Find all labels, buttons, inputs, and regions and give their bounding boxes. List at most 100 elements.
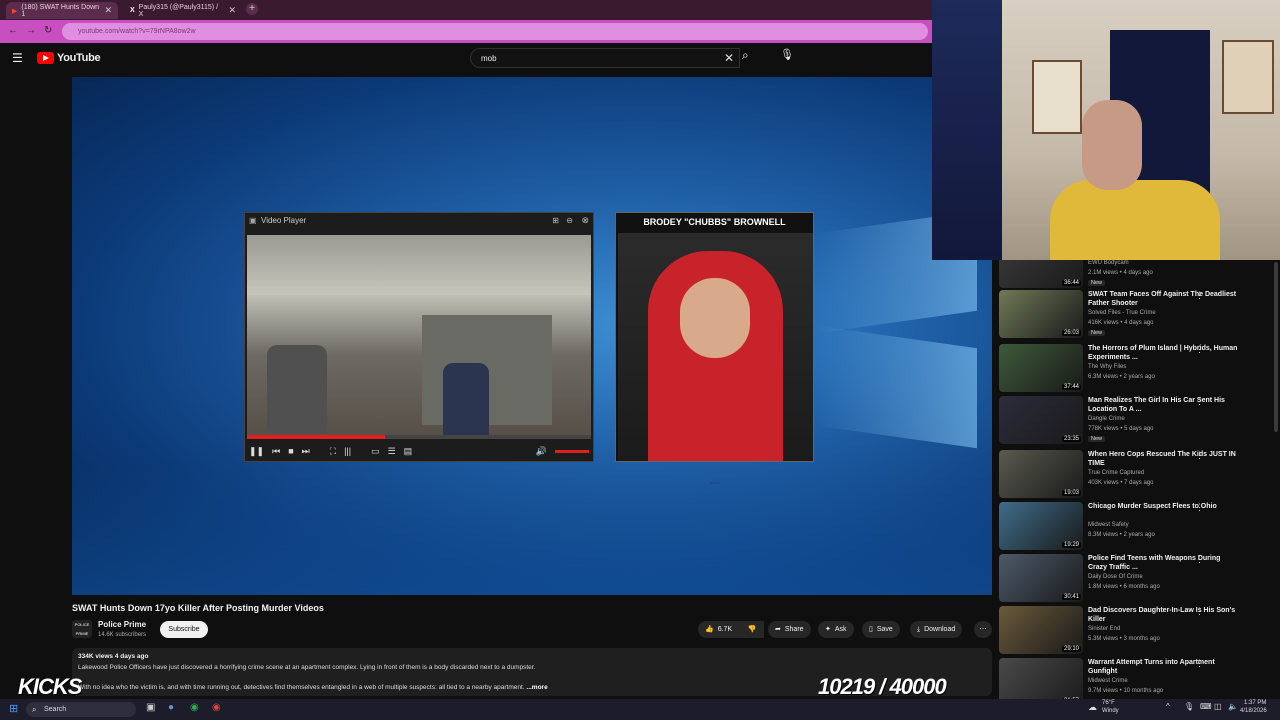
youtube-logo[interactable]: YouTube <box>37 52 101 64</box>
save-button[interactable]: ▯ Save <box>862 621 900 638</box>
recommendation-item[interactable]: 36:44 EWU Bodycam 2.1M views • 4 days ago N… <box>999 260 1274 290</box>
task-view-icon[interactable]: ▣ <box>146 702 155 713</box>
recommendation-meta: 5.3M views • 3 months ago <box>1088 636 1160 642</box>
tab-youtube[interactable]: ▶ (180) SWAT Hunts Down 1 ✕ <box>6 2 118 19</box>
chrome-icon[interactable]: ◉ <box>190 702 199 713</box>
more-vertical-icon[interactable]: ⋮ <box>1195 606 1204 617</box>
previous-icon: ⏮ <box>272 445 281 456</box>
tab-x[interactable]: X Pauly315 (@Pauly3115) / X ✕ <box>124 2 242 19</box>
recommendation-thumbnail[interactable]: 26:03 <box>999 290 1083 338</box>
download-button[interactable]: ⤓ Download <box>910 621 963 638</box>
recommendation-channel[interactable]: EWU Bodycam <box>1088 260 1129 266</box>
recommendation-channel[interactable]: Midwest Safety <box>1088 522 1129 528</box>
recommendation-thumbnail[interactable]: 19:29 <box>999 502 1083 550</box>
close-tab-icon[interactable]: ✕ <box>104 5 112 16</box>
more-vertical-icon[interactable]: ⋮ <box>1195 344 1204 355</box>
speaker-icon[interactable]: 🔈 <box>1228 702 1238 711</box>
recommendation-title[interactable]: Man Realizes The Girl In His Car Sent Hi… <box>1088 396 1238 414</box>
reload-icon[interactable]: ↻ <box>44 25 52 36</box>
video-title: SWAT Hunts Down 17yo Killer After Postin… <box>72 603 324 613</box>
recommendation-thumbnail[interactable]: 29:10 <box>999 606 1083 654</box>
keyboard-icon[interactable]: ⌨ <box>1200 702 1212 711</box>
clock-date[interactable]: 4/18/2026 <box>1240 708 1267 714</box>
recommendation-title[interactable]: SWAT Team Faces Off Against The Deadlies… <box>1088 290 1238 308</box>
recommendations-sidebar: 36:44 EWU Bodycam 2.1M views • 4 days ago N… <box>999 260 1274 700</box>
portrait-caption: BRODEY "CHUBBS" BROWNELL <box>643 217 786 227</box>
recommendation-meta: 6.3M views • 2 years ago <box>1088 374 1155 380</box>
recommendation-item[interactable]: 19:29 Chicago Murder Suspect Flees to Ohi… <box>999 502 1274 552</box>
app-icon[interactable]: ◉ <box>212 702 221 713</box>
more-vertical-icon[interactable]: ⋮ <box>1195 554 1204 565</box>
share-button[interactable]: ➦ Share <box>768 621 811 638</box>
new-tab-icon[interactable]: + <box>246 3 258 15</box>
network-icon[interactable]: ◫ <box>1214 702 1222 711</box>
recommendation-item[interactable]: 26:03 SWAT Team Faces Off Against The Dea… <box>999 290 1274 340</box>
recommendation-item[interactable]: 31:57 Warrant Attempt Turns into Apartmen… <box>999 658 1274 700</box>
address-bar-row: ← → ↻ youtube.com/watch?v=79rNPA8ow2w <box>0 20 932 43</box>
face <box>680 278 750 358</box>
recommendation-meta: 403K views • 7 days ago <box>1088 480 1154 486</box>
recommendation-channel[interactable]: Daily Dose Of Crime <box>1088 574 1143 580</box>
recommendation-thumbnail[interactable]: 30:41 <box>999 554 1083 602</box>
recommendation-meta: 416K views • 4 days ago <box>1088 320 1154 326</box>
menu-hamburger-icon[interactable]: ☰ <box>12 51 23 65</box>
more-vertical-icon[interactable]: ⋮ <box>1195 290 1204 301</box>
description-line-1: Lakewood Police Officers have just disco… <box>78 664 536 671</box>
channel-avatar[interactable]: POLICE PRIME <box>72 620 92 638</box>
goal-counter-overlay: 10219 / 40000 <box>818 674 947 699</box>
dislike-button[interactable]: 👎 <box>740 621 764 638</box>
clear-search-icon[interactable]: ✕ <box>724 51 734 65</box>
show-more-link[interactable]: ...more <box>526 684 547 691</box>
recommendation-title[interactable]: When Hero Cops Rescued The Kids JUST IN … <box>1088 450 1238 468</box>
ask-button[interactable]: ✦ Ask <box>818 621 854 638</box>
more-actions-button[interactable]: ⋯ <box>974 621 992 638</box>
channel-name[interactable]: Police Prime <box>98 620 146 629</box>
recommendation-thumbnail[interactable]: 19:03 <box>999 450 1083 498</box>
url-field[interactable]: youtube.com/watch?v=79rNPA8ow2w <box>62 23 928 40</box>
recommendation-channel[interactable]: The Why Files <box>1088 364 1126 370</box>
more-vertical-icon[interactable]: ⋮ <box>1195 658 1204 669</box>
back-arrow-icon[interactable]: ← <box>8 25 18 36</box>
tray-chevron-icon[interactable]: ^ <box>1166 702 1170 711</box>
search-input[interactable]: mob <box>470 48 740 68</box>
close-tab-icon[interactable]: ✕ <box>228 5 236 16</box>
recommendation-channel[interactable]: True Crime Captured <box>1088 470 1144 476</box>
recommendation-item[interactable]: 37:44 The Horrors of Plum Island | Hybrid… <box>999 344 1274 394</box>
subscribe-button[interactable]: Subscribe <box>160 621 208 638</box>
recommendation-item[interactable]: 29:10 Dad Discovers Daughter-In-Law Is Hi… <box>999 606 1274 656</box>
recommendation-channel[interactable]: Dangle Crime <box>1088 416 1125 422</box>
forward-arrow-icon[interactable]: → <box>26 25 36 36</box>
clock-time[interactable]: 1:37 PM <box>1244 700 1266 706</box>
recommendation-item[interactable]: 23:35 Man Realizes The Girl In His Car Se… <box>999 396 1274 446</box>
windows-start-icon[interactable]: ⊞ <box>9 702 18 715</box>
recommendation-title[interactable]: Chicago Murder Suspect Flees to Ohio <box>1088 502 1238 511</box>
taskbar-search[interactable]: ⌕ Search <box>26 702 136 717</box>
recommendation-item[interactable]: 30:41 Police Find Teens with Weapons Duri… <box>999 554 1274 604</box>
recommendation-title[interactable]: The Horrors of Plum Island | Hybrids, Hu… <box>1088 344 1238 362</box>
recommendation-thumbnail[interactable]: 37:44 <box>999 344 1083 392</box>
discord-icon[interactable]: ● <box>168 702 174 713</box>
microphone-tray-icon[interactable]: 🎙 <box>1184 702 1194 711</box>
recommendation-title[interactable]: Dad Discovers Daughter-In-Law Is His Son… <box>1088 606 1238 624</box>
search-icon[interactable]: ⌕ <box>742 48 766 68</box>
microphone-icon[interactable]: 🎙 <box>780 48 796 68</box>
recommendation-thumbnail[interactable]: 36:44 <box>999 260 1083 288</box>
weather-temp: 76°F <box>1102 700 1115 706</box>
subscriber-count: 14.6K subscribers <box>98 632 147 638</box>
recommendation-thumbnail[interactable]: 31:57 <box>999 658 1083 700</box>
recommendation-item[interactable]: 19:03 When Hero Cops Rescued The Kids JUS… <box>999 450 1274 500</box>
bodycam-footage <box>247 235 591 435</box>
recommendation-channel[interactable]: Sinister End <box>1088 626 1120 632</box>
more-vertical-icon[interactable]: ⋮ <box>1195 396 1204 407</box>
recommendation-title[interactable]: Police Find Teens with Weapons During Cr… <box>1088 554 1238 572</box>
recommendation-title[interactable]: Warrant Attempt Turns into Apartment Gun… <box>1088 658 1238 676</box>
search-icon: ⌕ <box>32 705 37 714</box>
sidebar-scrollbar[interactable] <box>1274 262 1278 432</box>
new-badge: New <box>1088 330 1106 336</box>
recommendation-channel[interactable]: Solved Files - True Crime <box>1088 310 1156 316</box>
portrait-photo <box>618 233 813 461</box>
recommendation-thumbnail[interactable]: 23:35 <box>999 396 1083 444</box>
recommendation-channel[interactable]: Midwest Crime <box>1088 678 1128 684</box>
more-vertical-icon[interactable]: ⋮ <box>1195 502 1204 513</box>
more-vertical-icon[interactable]: ⋮ <box>1195 450 1204 461</box>
